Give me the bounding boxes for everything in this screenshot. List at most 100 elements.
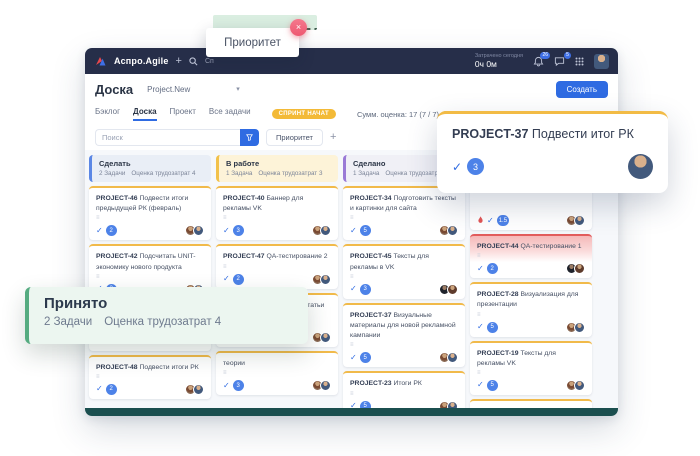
column-estimate: Оценка трудозатрат 3: [258, 170, 322, 177]
assignee-avatars: [569, 322, 585, 333]
dragged-card-id: PROJECT-37: [452, 127, 528, 141]
column-header[interactable]: В работе1 ЗадачаОценка трудозатрат 3: [216, 155, 338, 182]
kanban-card[interactable]: теории≡✓3: [216, 351, 338, 395]
column-task-count: 2 Задачи: [99, 170, 125, 177]
fire-icon: [477, 216, 484, 225]
kanban-card[interactable]: PROJECT-34 Подготовить тексты и картинки…: [343, 186, 465, 240]
kanban-card[interactable]: PROJECT-28 Визуализация для презентации≡…: [470, 282, 592, 336]
chevron-down-icon: ▾: [236, 85, 240, 93]
grid-dots-icon: [575, 57, 584, 66]
filter-button[interactable]: [240, 129, 259, 146]
kanban-card[interactable]: PROJECT-46 Подвести итоги предыдущей РК …: [89, 186, 211, 240]
board-column: Сделать2 ЗадачиОценка трудозатрат 4PROJE…: [89, 155, 211, 399]
card-footer: ✓2: [477, 259, 585, 274]
estimate-badge: 5: [360, 401, 371, 409]
kanban-card[interactable]: PROJECT-37 Визуальные материалы для ново…: [343, 303, 465, 368]
assignee-avatars: [442, 225, 458, 236]
kanban-card[interactable]: PROJECT-19 Тексты для рекламы VK≡✓5: [470, 341, 592, 395]
notifications-badge: 26: [540, 52, 550, 59]
avatar: [574, 322, 585, 333]
card-footer: ✓2: [96, 380, 204, 395]
card-id: PROJECT-48: [96, 364, 138, 371]
estimate-badge: 2: [106, 225, 117, 236]
card-title: PROJECT-44 QA-тестирование 1: [477, 242, 585, 252]
close-icon[interactable]: ×: [290, 19, 307, 36]
column-estimate: Оценка трудозатрат 4: [131, 170, 195, 177]
column-task-count: 1 Задача: [226, 170, 252, 177]
card-id: PROJECT-37: [350, 312, 392, 319]
estimate-badge: 2: [487, 263, 498, 274]
kanban-card[interactable]: PROJECT-16 Подвести итоги РК≡: [470, 399, 592, 408]
project-name: Project.New: [147, 85, 190, 94]
assignee-avatars: [569, 263, 585, 274]
card-title: теории: [223, 359, 331, 369]
column-header[interactable]: Сделать2 ЗадачиОценка трудозатрат 4: [89, 155, 211, 182]
assignee-avatars: [442, 284, 458, 295]
search-icon[interactable]: [189, 57, 198, 66]
add-filter-button[interactable]: +: [330, 131, 336, 143]
project-selector[interactable]: Project.New ▾: [147, 85, 240, 94]
avatar: [574, 215, 585, 226]
card-title: PROJECT-19 Тексты для рекламы VK: [477, 349, 585, 369]
priority-filter-chip[interactable]: Приоритет: [266, 129, 323, 146]
kanban-card[interactable]: PROJECT-45 Тексты для рекламы в VK≡✓3: [343, 244, 465, 298]
estimate-badge: 5: [487, 380, 498, 391]
user-avatar[interactable]: [594, 54, 609, 69]
check-icon: ✓: [96, 385, 103, 393]
assignee-avatars: [315, 274, 331, 285]
assignee-avatars: [442, 401, 458, 409]
card-footer: ✓5: [477, 376, 585, 391]
app-title: Аспро.Agile: [114, 56, 169, 66]
avatar: [628, 154, 653, 179]
assignee-avatars: [315, 332, 331, 343]
estimate-badge: 2: [233, 274, 244, 285]
callout-title: Принято: [44, 295, 293, 312]
card-footer: ✓3: [223, 221, 331, 236]
tab-project[interactable]: Проект: [170, 107, 196, 121]
card-footer: ✓2: [223, 270, 331, 285]
board-column: В работе1 ЗадачаОценка трудозатрат 3PROJ…: [216, 155, 338, 395]
page-title: Доска: [95, 82, 133, 97]
check-icon: ✓: [223, 227, 230, 235]
estimate-badge: 3: [360, 284, 371, 295]
kanban-card[interactable]: PROJECT-47 QA-тестирование 2≡✓2: [216, 244, 338, 288]
avatar: [193, 384, 204, 395]
card-id: PROJECT-46: [96, 195, 138, 202]
tab-all-tasks[interactable]: Все задачи: [209, 107, 251, 121]
avatar: [447, 401, 458, 409]
card-title: PROJECT-48 Подвести итоги РК: [96, 363, 204, 373]
card-id: PROJECT-47: [223, 253, 265, 260]
kanban-card[interactable]: PROJECT-44 QA-тестирование 1≡✓2: [470, 234, 592, 278]
callout-meta: 2 Задачи Оценка трудозатрат 4: [44, 316, 293, 328]
check-icon: ✓: [487, 217, 494, 225]
apps-button[interactable]: [575, 57, 584, 66]
column-task-count: 1 Задача: [353, 170, 379, 177]
time-tracker: Затрачено сегодня 0ч 0м: [475, 53, 523, 70]
nav-item-partial[interactable]: Сп: [205, 58, 214, 65]
tab-board[interactable]: Доска: [133, 107, 156, 121]
dragged-card-title: PROJECT-37 Подвести итог РК: [452, 127, 653, 141]
window-footer-bar: [85, 408, 618, 416]
notifications-button[interactable]: 26: [533, 56, 544, 67]
create-button[interactable]: Создать: [556, 81, 608, 98]
search-input[interactable]: [95, 129, 240, 146]
card-id: PROJECT-40: [223, 195, 265, 202]
dragged-card-footer: ✓ 3: [452, 154, 653, 179]
kanban-card[interactable]: PROJECT-48 Подвести итоги РК≡✓2: [89, 355, 211, 399]
check-icon: ✓: [477, 323, 484, 331]
estimate-badge: 2: [106, 384, 117, 395]
card-title: PROJECT-47 QA-тестирование 2: [223, 252, 331, 262]
card-footer: ✓5: [350, 397, 458, 409]
card-footer: ✓2: [96, 221, 204, 236]
dragged-task-card[interactable]: PROJECT-37 Подвести итог РК ✓ 3: [437, 111, 668, 193]
card-title: PROJECT-23 Итоги РК: [350, 379, 458, 389]
kanban-card[interactable]: PROJECT-23 Итоги РК≡✓5: [343, 371, 465, 408]
chat-icon: [554, 56, 565, 67]
avatar: [447, 352, 458, 363]
card-id: PROJECT-19: [477, 350, 519, 357]
add-icon[interactable]: +: [176, 56, 182, 67]
tab-backlog[interactable]: Бэклог: [95, 107, 120, 121]
messages-button[interactable]: 5: [554, 56, 565, 67]
column-meta: 1 Задача Оценка трудозатрат 3: [226, 170, 331, 177]
kanban-card[interactable]: PROJECT-40 Баннер для рекламы VK≡✓3: [216, 186, 338, 240]
